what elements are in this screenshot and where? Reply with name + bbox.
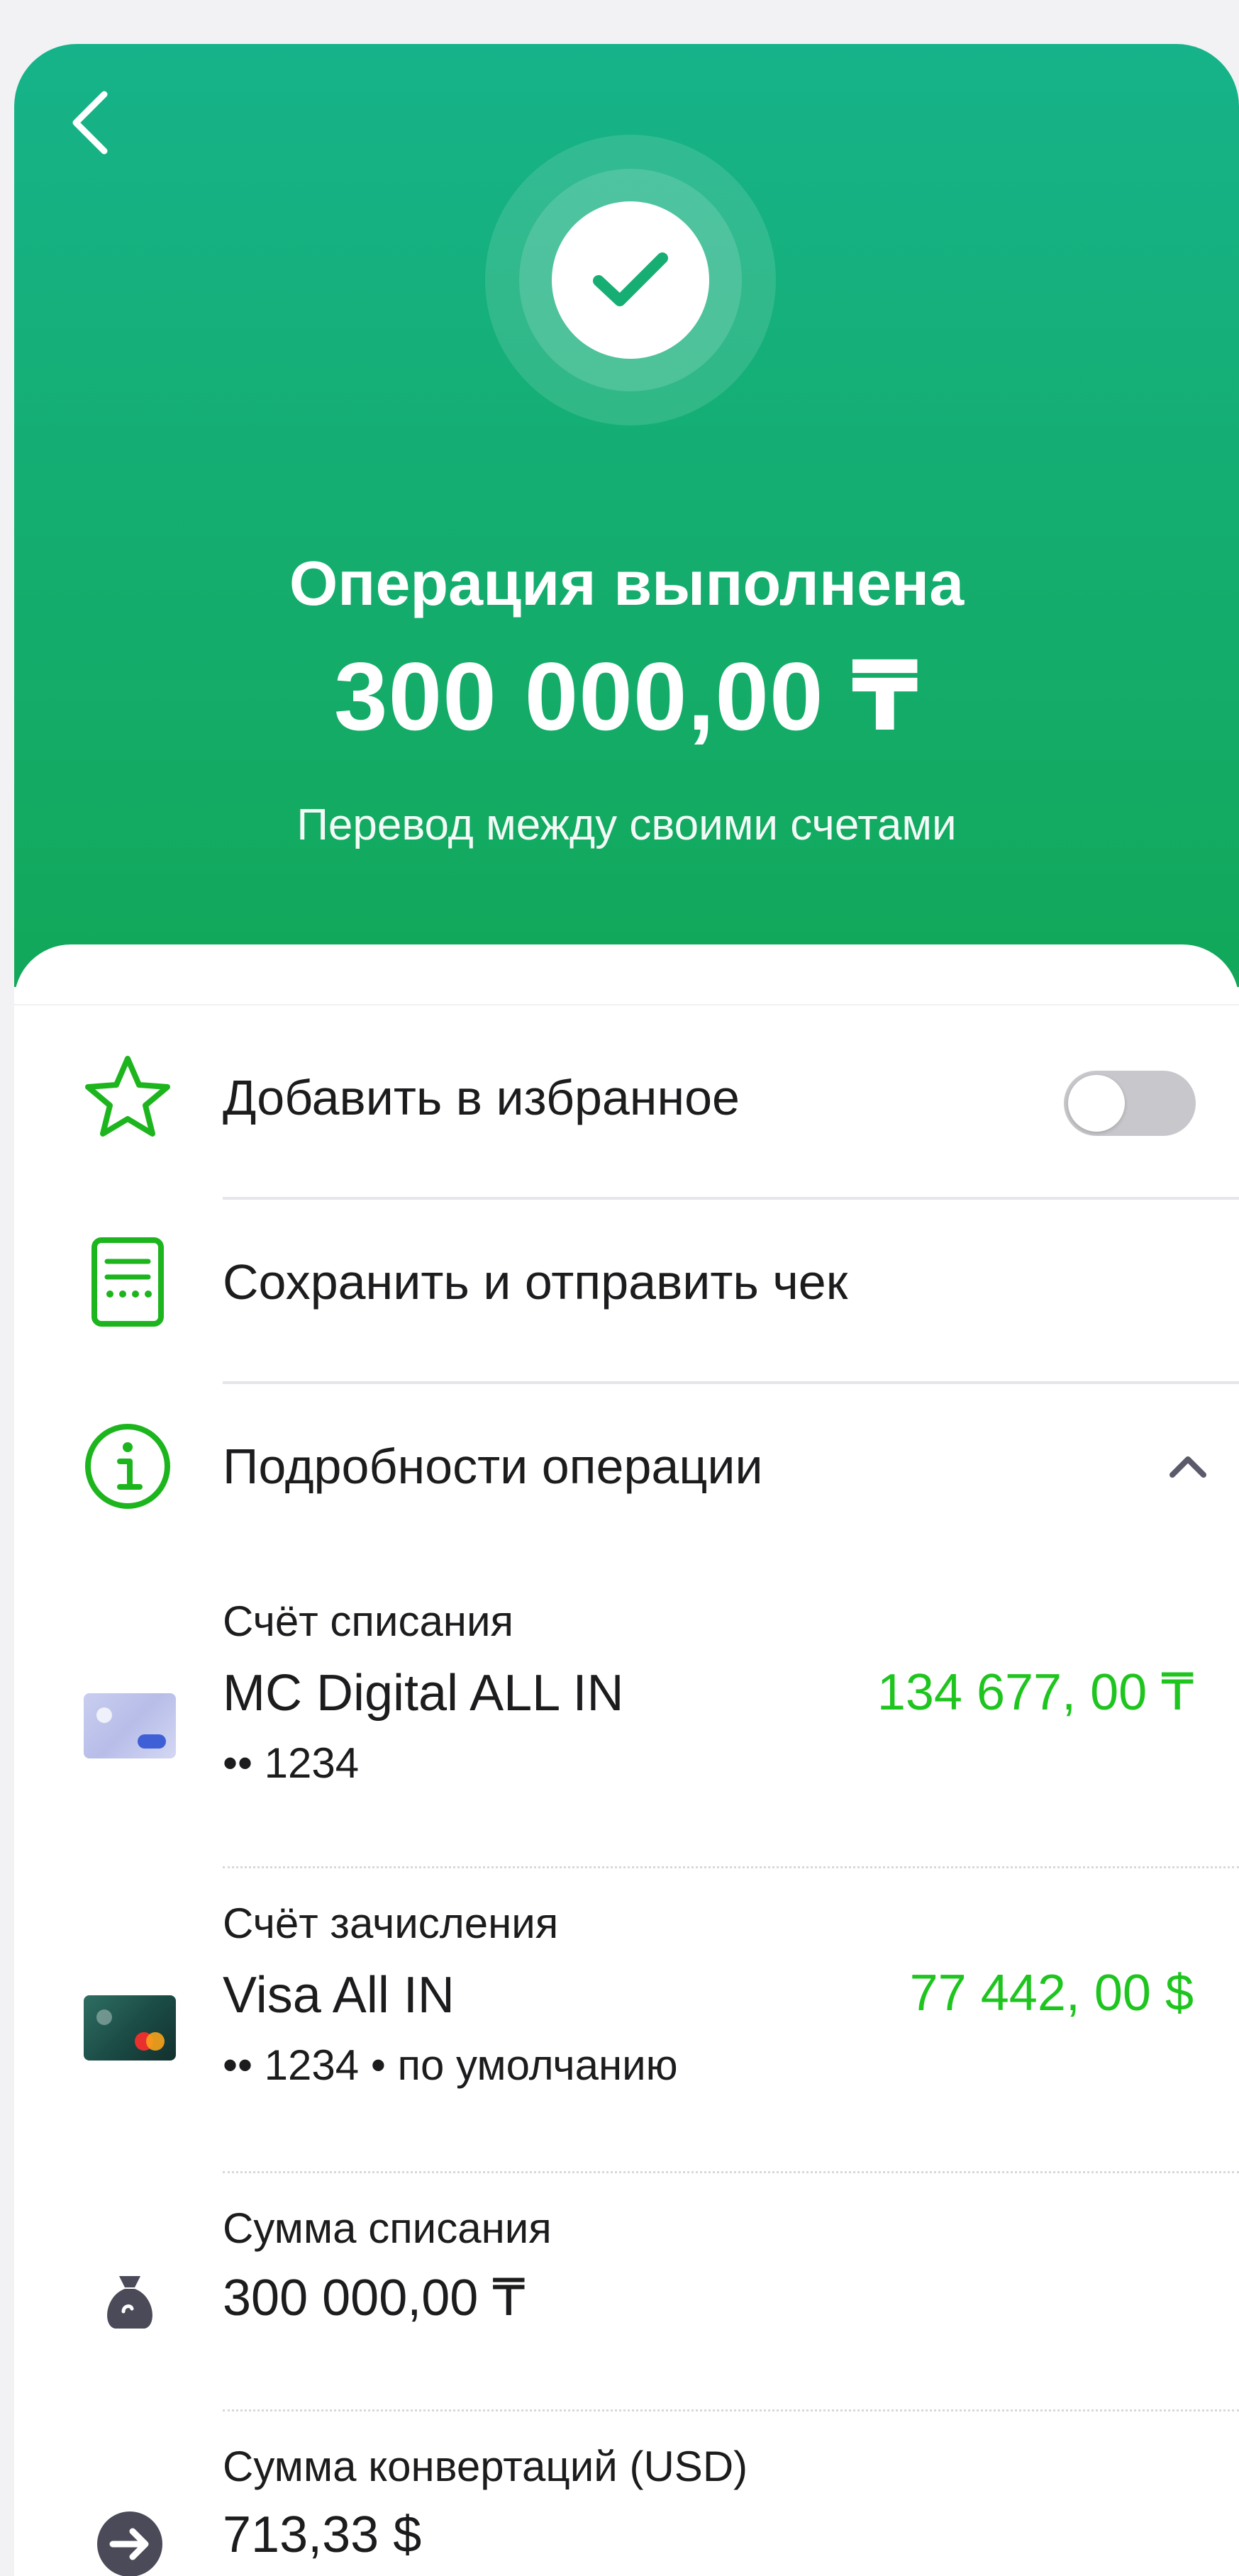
operation-subtitle: Перевод между своими счетами — [296, 801, 957, 849]
credit-account-number: •• 1234 • по умолчанию — [223, 2041, 678, 2089]
debit-account-name: MC Digital ALL IN — [223, 1665, 624, 1722]
checkmark-icon — [593, 252, 668, 306]
back-button[interactable] — [58, 84, 122, 162]
debit-amount-row: Сумма списания 300 000,00 ₸ — [14, 2204, 1239, 2388]
info-icon — [85, 1424, 170, 1509]
credit-account-caption: Счёт зачисления — [223, 1900, 559, 1947]
favorite-icon-slot — [79, 1049, 176, 1146]
card-icon-slot — [77, 1693, 183, 1758]
favorite-toggle[interactable] — [1064, 1071, 1196, 1136]
toggle-knob — [1068, 1075, 1125, 1132]
details-icon-slot — [79, 1418, 176, 1515]
credit-account-balance: 77 442, 00 $ — [909, 1965, 1194, 2022]
favorite-label: Добавить в избранное — [223, 1070, 740, 1125]
receipt-icon-slot — [79, 1234, 176, 1330]
debit-amount-value: 300 000,00 ₸ — [223, 2270, 526, 2326]
visa-card-icon — [84, 1995, 176, 2061]
conversion-icon-slot — [77, 2509, 183, 2576]
dotted-divider — [223, 2171, 1239, 2173]
chevron-up-icon — [1169, 1456, 1206, 1478]
success-badge — [552, 201, 709, 359]
debit-account-row[interactable]: Счёт списания MC Digital ALL IN •• 1234 … — [14, 1597, 1239, 1824]
details-sheet: Добавить в избранное Сохранить и отправи… — [14, 944, 1239, 2576]
debit-account-balance: 134 677, 00 ₸ — [877, 1664, 1194, 1721]
details-header-row[interactable]: Подробности операции — [14, 1374, 1239, 1559]
favorite-row[interactable]: Добавить в избранное — [14, 1005, 1239, 1190]
star-icon — [85, 1056, 170, 1137]
debit-amount-caption: Сумма списания — [223, 2204, 552, 2252]
debit-account-caption: Счёт списания — [223, 1598, 513, 1645]
status-title: Операция выполнена — [289, 548, 965, 618]
credit-account-name: Visa All IN — [223, 1967, 455, 2024]
dotted-divider — [223, 1866, 1239, 1868]
screen: Операция выполнена 300 000,00 ₸ Перевод … — [14, 44, 1239, 2576]
money-bag-icon-slot — [77, 2269, 183, 2333]
conversion-amount-row: Сумма конвертаций (USD) 713,33 $ — [14, 2442, 1239, 2576]
credit-account-row[interactable]: Счёт зачисления Visa All IN •• 1234 • по… — [14, 1899, 1239, 2126]
collapse-button[interactable] — [1163, 1442, 1213, 1491]
conversion-amount-caption: Сумма конвертаций (USD) — [223, 2443, 748, 2490]
chevron-left-icon — [72, 91, 108, 155]
card-icon-slot — [77, 1995, 183, 2061]
debit-account-number: •• 1234 — [223, 1739, 360, 1787]
operation-amount: 300 000,00 ₸ — [333, 642, 920, 750]
receipt-icon — [91, 1237, 164, 1327]
mc-card-icon — [84, 1693, 176, 1758]
conversion-amount-value: 713,33 $ — [223, 2507, 422, 2563]
details-label: Подробности операции — [223, 1439, 763, 1494]
money-bag-icon — [107, 2276, 152, 2329]
receipt-label: Сохранить и отправить чек — [223, 1254, 848, 1310]
receipt-row[interactable]: Сохранить и отправить чек — [14, 1190, 1239, 1374]
dotted-divider — [223, 2409, 1239, 2411]
arrow-right-circle-icon — [97, 2511, 162, 2576]
success-header: Операция выполнена 300 000,00 ₸ Перевод … — [14, 44, 1239, 987]
